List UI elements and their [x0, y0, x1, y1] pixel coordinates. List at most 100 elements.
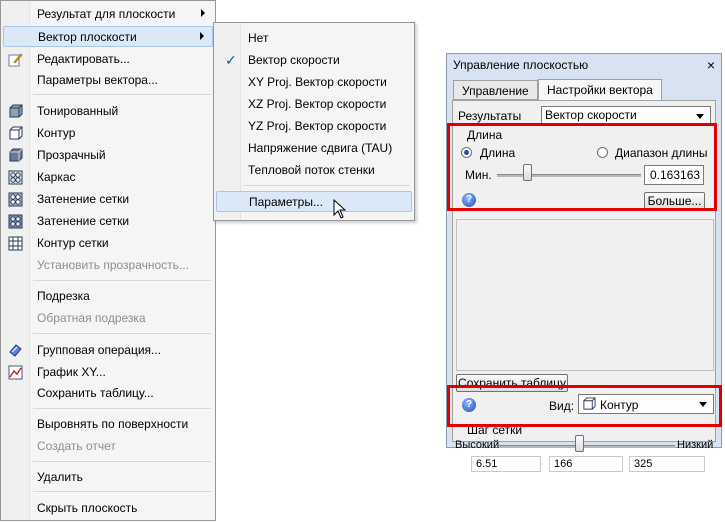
menu-item-label: Тонированный	[37, 104, 119, 118]
menu-item-edit[interactable]: Редактировать...	[3, 49, 213, 70]
menu-separator	[33, 94, 211, 95]
submenu-item-shear-stress[interactable]: Напряжение сдвига (TAU)	[216, 138, 412, 159]
submenu-item-label: Тепловой поток стенки	[248, 163, 375, 177]
annotation-box-length	[447, 123, 717, 211]
submenu-item-xy-proj[interactable]: XY Proj. Вектор скорости	[216, 72, 412, 93]
grid-step-slider-thumb[interactable]	[575, 435, 584, 452]
menu-item-set-transparency[interactable]: Установить прозрачность...	[3, 255, 213, 276]
menu-item-label: Результат для плоскости	[37, 7, 176, 21]
menu-item-save-table[interactable]: Сохранить таблицу...	[3, 383, 213, 404]
submenu-item-parameters[interactable]: Параметры...	[216, 191, 412, 212]
menu-item-label: Прозрачный	[37, 148, 106, 162]
tab-vector-settings[interactable]: Настройки вектора	[538, 79, 662, 101]
mesh-shading-icon	[8, 214, 23, 229]
annotation-box-grid-step	[447, 385, 722, 427]
menu-item-create-report[interactable]: Создать отчет	[3, 436, 213, 457]
menu-item-label: Сохранить таблицу...	[37, 386, 154, 400]
menu-item-mesh-shading-2[interactable]: Затенение сетки	[3, 211, 213, 232]
menu-separator	[244, 185, 410, 186]
menu-item-label: Скрыть плоскость	[37, 501, 138, 515]
tab-control[interactable]: Управление	[453, 80, 538, 100]
menu-item-transparent[interactable]: Прозрачный	[3, 145, 213, 166]
submenu-item-label: Нет	[248, 31, 269, 45]
submenu-item-wall-heat-flux[interactable]: Тепловой поток стенки	[216, 160, 412, 181]
menu-item-label: Создать отчет	[37, 439, 116, 453]
results-label: Результаты	[458, 109, 522, 123]
tab-label: Управление	[462, 84, 529, 98]
submenu-item-yz-proj[interactable]: YZ Proj. Вектор скорости	[216, 116, 412, 137]
submenu-arrow-icon	[200, 32, 204, 40]
submenu-arrow-icon	[201, 9, 205, 17]
wireframe-icon	[8, 170, 23, 185]
menu-item-reverse-clip[interactable]: Обратная подрезка	[3, 308, 213, 329]
menu-item-group-operation[interactable]: Групповая операция...	[3, 340, 213, 361]
results-combo[interactable]: Вектор скорости	[541, 106, 711, 124]
menu-item-vector-params[interactable]: Параметры вектора...	[3, 70, 213, 91]
menu-separator	[33, 280, 211, 281]
menu-item-contour[interactable]: Контур	[3, 123, 213, 144]
menu-item-label: Обратная подрезка	[37, 311, 146, 325]
submenu-item-label: Параметры...	[249, 195, 323, 209]
menu-item-label: Групповая операция...	[37, 343, 162, 357]
menu-item-label: Контур сетки	[37, 236, 109, 250]
submenu-item-label: XZ Proj. Вектор скорости	[248, 97, 387, 111]
mesh-contour-icon	[8, 236, 23, 251]
grid-value-cell: 166	[549, 456, 623, 472]
menu-item-label: Установить прозрачность...	[37, 258, 189, 272]
edit-icon	[8, 53, 23, 67]
results-combo-value: Вектор скорости	[545, 108, 637, 122]
menu-item-label: Параметры вектора...	[37, 73, 158, 87]
menu-item-label: Каркас	[37, 170, 76, 184]
contour-cube-icon	[9, 126, 23, 140]
menu-item-mesh-shading-1[interactable]: Затенение сетки	[3, 189, 213, 210]
submenu-item-label: Вектор скорости	[248, 53, 340, 67]
submenu-item-xz-proj[interactable]: XZ Proj. Вектор скорости	[216, 94, 412, 115]
submenu-item-none[interactable]: Нет	[216, 28, 412, 49]
panel-title: Управление плоскостью	[453, 58, 589, 72]
submenu-item-label: YZ Proj. Вектор скорости	[248, 119, 387, 133]
chevron-down-icon	[696, 114, 704, 119]
menu-item-label: Выровнять по поверхности	[37, 417, 189, 431]
high-label: Высокий	[455, 439, 500, 451]
mesh-shading-icon	[8, 192, 23, 207]
menu-item-hide-plane[interactable]: Скрыть плоскость	[3, 498, 213, 519]
menu-item-plane-vector[interactable]: Вектор плоскости	[3, 26, 213, 47]
menu-item-label: Подрезка	[37, 289, 90, 303]
submenu-item-label: XY Proj. Вектор скорости	[248, 75, 387, 89]
context-menu: Результат для плоскости Вектор плоскости…	[0, 0, 216, 521]
low-label: Низкий	[677, 439, 714, 451]
menu-separator	[33, 333, 211, 334]
menu-separator	[33, 408, 211, 409]
xy-plot-icon	[8, 365, 23, 380]
menu-item-wireframe[interactable]: Каркас	[3, 167, 213, 188]
menu-separator	[33, 491, 211, 492]
menu-item-xy-plot[interactable]: График XY...	[3, 362, 213, 383]
mouse-cursor-icon	[333, 199, 347, 219]
grid-step-slider-track[interactable]	[499, 445, 675, 448]
vector-submenu: Нет ✓ Вектор скорости XY Proj. Вектор ск…	[213, 22, 415, 221]
close-icon[interactable]: ×	[707, 58, 715, 72]
menu-item-shaded[interactable]: Тонированный	[3, 101, 213, 122]
group-operation-icon	[9, 344, 22, 357]
grid-value-cell: 325	[629, 456, 705, 472]
vector-list-area	[456, 219, 714, 371]
menu-item-label: Затенение сетки	[37, 192, 130, 206]
menu-item-label: Вектор плоскости	[38, 30, 137, 44]
menu-item-mesh-contour[interactable]: Контур сетки	[3, 233, 213, 254]
tab-label: Настройки вектора	[547, 83, 653, 97]
menu-item-label: Удалить	[37, 470, 83, 484]
submenu-item-velocity-vector[interactable]: ✓ Вектор скорости	[216, 50, 412, 71]
menu-item-clip[interactable]: Подрезка	[3, 286, 213, 307]
menu-item-label: Затенение сетки	[37, 214, 130, 228]
transparent-cube-icon	[9, 148, 23, 162]
menu-item-label: График XY...	[37, 365, 106, 379]
grid-value-cell: 6.51	[471, 456, 541, 472]
menu-separator	[33, 461, 211, 462]
checkmark-icon: ✓	[225, 52, 237, 68]
menu-item-plane-result[interactable]: Результат для плоскости	[3, 4, 213, 25]
submenu-item-label: Напряжение сдвига (TAU)	[248, 141, 393, 155]
menu-item-label: Редактировать...	[37, 52, 130, 66]
menu-item-label: Контур	[37, 126, 76, 140]
menu-item-align-surface[interactable]: Выровнять по поверхности	[3, 414, 213, 435]
menu-item-delete[interactable]: Удалить	[3, 467, 213, 488]
